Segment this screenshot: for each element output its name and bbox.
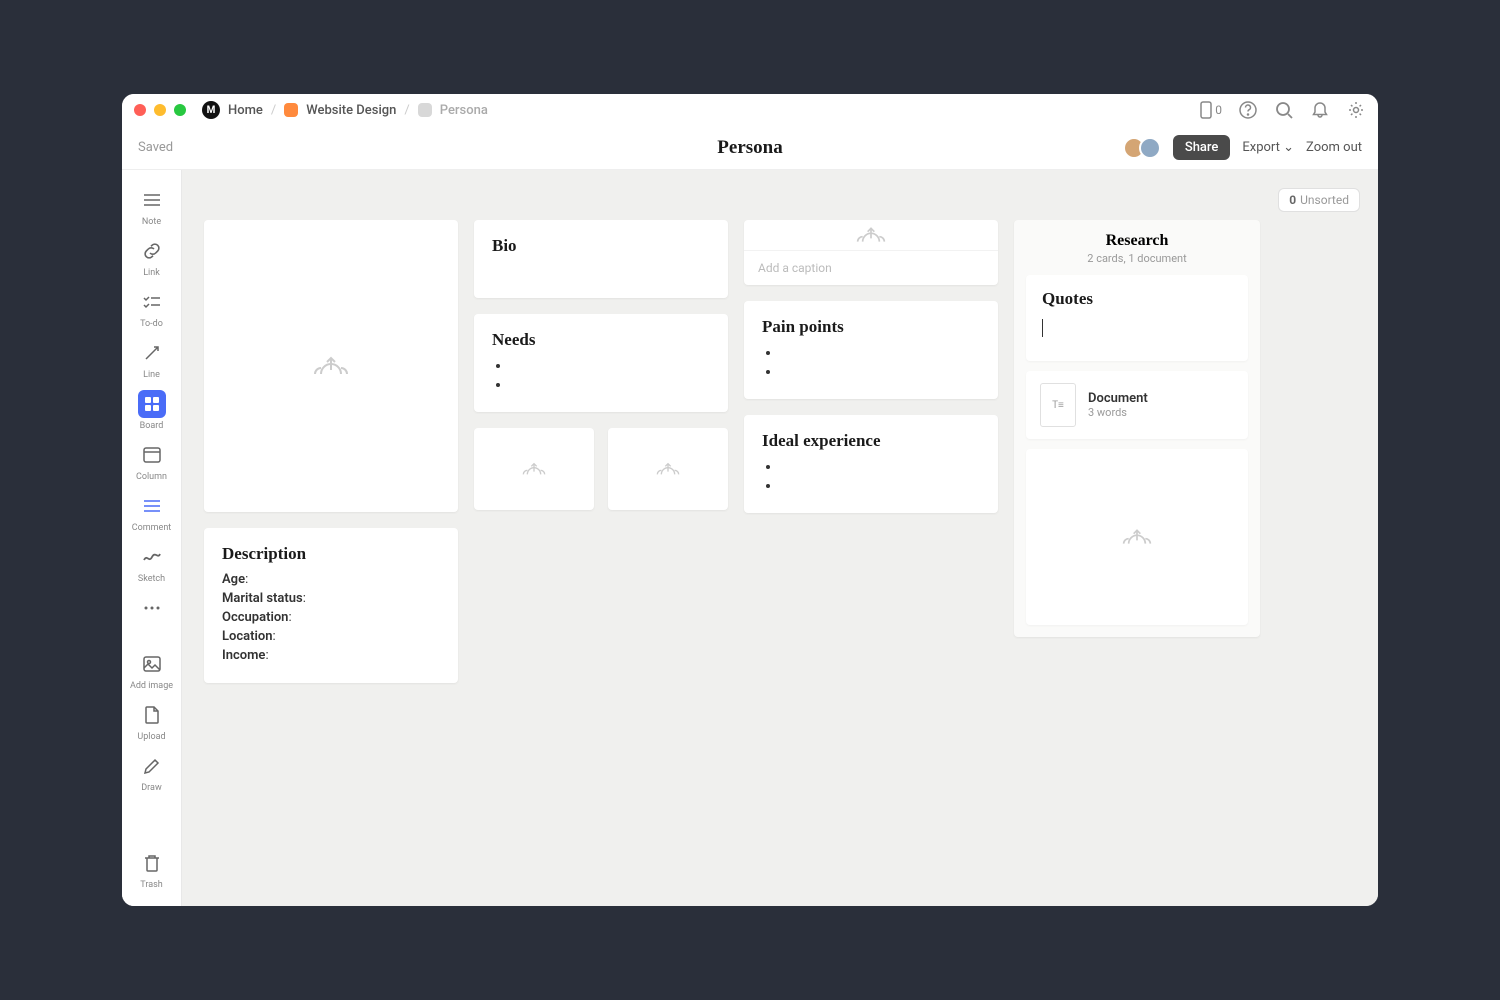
canvas[interactable]: 0Unsorted Description Age: Marital statu…: [182, 170, 1378, 906]
persona-image-placeholder[interactable]: [204, 220, 458, 512]
more-icon: [138, 594, 166, 622]
separator-icon: /: [271, 103, 276, 118]
file-icon: [138, 701, 166, 729]
zoom-out-button[interactable]: Zoom out: [1306, 140, 1362, 155]
research-column[interactable]: Research 2 cards, 1 document Quotes T≡ D…: [1014, 220, 1260, 637]
tool-line[interactable]: Line: [128, 335, 176, 384]
unsorted-button[interactable]: 0Unsorted: [1278, 188, 1360, 212]
tool-column[interactable]: Column: [128, 437, 176, 486]
project-color-chip: [284, 103, 298, 117]
trash-icon: [138, 849, 166, 877]
image-icon: [138, 650, 166, 678]
separator-icon: /: [404, 103, 409, 118]
quotes-card[interactable]: Quotes: [1026, 275, 1248, 361]
image-placeholder[interactable]: [1026, 449, 1248, 625]
tool-board[interactable]: Board: [128, 386, 176, 435]
main: Note Link To-do Line Board Column Commen…: [122, 170, 1378, 906]
research-subtitle: 2 cards, 1 document: [1026, 252, 1248, 265]
tool-sketch[interactable]: Sketch: [128, 539, 176, 588]
titlebar: M Home / Website Design / Persona 0: [122, 94, 1378, 126]
tool-upload[interactable]: Upload: [128, 697, 176, 746]
document-item[interactable]: T≡ Document 3 words: [1026, 371, 1248, 439]
board-icon: [138, 390, 166, 418]
page-title[interactable]: Persona: [717, 137, 782, 159]
link-icon: [138, 237, 166, 265]
share-button[interactable]: Share: [1173, 135, 1231, 160]
breadcrumb-home[interactable]: Home: [228, 103, 263, 118]
card-title: Quotes: [1042, 289, 1232, 309]
captioned-image-card[interactable]: Add a caption: [744, 220, 998, 285]
bio-card[interactable]: Bio: [474, 220, 728, 298]
card-title: Pain points: [762, 317, 980, 337]
tool-note[interactable]: Note: [128, 182, 176, 231]
checklist-icon: [138, 288, 166, 316]
page-color-chip: [418, 103, 432, 117]
sketch-icon: [138, 543, 166, 571]
note-icon: [138, 186, 166, 214]
tool-add-image[interactable]: Add image: [128, 646, 176, 695]
bell-icon[interactable]: [1310, 100, 1330, 120]
app-logo-icon[interactable]: M: [202, 101, 220, 119]
tool-more[interactable]: [128, 590, 176, 626]
close-window-icon[interactable]: [134, 104, 146, 116]
description-card[interactable]: Description Age: Marital status: Occupat…: [204, 528, 458, 683]
image-placeholder[interactable]: [474, 428, 594, 510]
breadcrumb-page[interactable]: Persona: [440, 103, 488, 118]
card-title: Description: [222, 544, 440, 564]
breadcrumb: M Home / Website Design / Persona: [202, 101, 488, 119]
maximize-window-icon[interactable]: [174, 104, 186, 116]
document-icon: T≡: [1040, 383, 1076, 427]
tool-link[interactable]: Link: [128, 233, 176, 282]
minimize-window-icon[interactable]: [154, 104, 166, 116]
subheader: Saved Persona Share Export ⌄ Zoom out: [122, 126, 1378, 170]
arrow-icon: [138, 339, 166, 367]
save-status: Saved: [138, 140, 173, 155]
window-controls: [134, 104, 186, 116]
tool-comment[interactable]: Comment: [128, 488, 176, 537]
needs-card[interactable]: Needs: [474, 314, 728, 412]
chevron-down-icon: ⌄: [1283, 140, 1294, 155]
comment-icon: [138, 492, 166, 520]
column-icon: [138, 441, 166, 469]
image-placeholder[interactable]: [608, 428, 728, 510]
help-icon[interactable]: [1238, 100, 1258, 120]
device-count[interactable]: 0: [1199, 101, 1222, 119]
caption-input[interactable]: Add a caption: [744, 250, 998, 285]
search-icon[interactable]: [1274, 100, 1294, 120]
card-title: Needs: [492, 330, 710, 350]
pencil-icon: [138, 752, 166, 780]
tool-todo[interactable]: To-do: [128, 284, 176, 333]
collaborator-avatars[interactable]: [1129, 137, 1161, 159]
document-meta: 3 words: [1088, 406, 1148, 419]
tool-sidebar: Note Link To-do Line Board Column Commen…: [122, 170, 182, 906]
research-title: Research: [1026, 232, 1248, 250]
document-name: Document: [1088, 391, 1148, 406]
card-title: Ideal experience: [762, 431, 980, 451]
avatar: [1139, 137, 1161, 159]
pain-points-card[interactable]: Pain points: [744, 301, 998, 399]
image-placeholder[interactable]: [744, 220, 998, 250]
breadcrumb-project[interactable]: Website Design: [306, 103, 396, 118]
device-count-value: 0: [1215, 103, 1222, 117]
card-title: Bio: [492, 236, 710, 256]
text-cursor: [1042, 319, 1043, 337]
app-window: M Home / Website Design / Persona 0: [122, 94, 1378, 906]
gear-icon[interactable]: [1346, 100, 1366, 120]
export-button[interactable]: Export ⌄: [1242, 140, 1294, 155]
ideal-experience-card[interactable]: Ideal experience: [744, 415, 998, 513]
tool-trash[interactable]: Trash: [128, 845, 176, 894]
tool-draw[interactable]: Draw: [128, 748, 176, 797]
